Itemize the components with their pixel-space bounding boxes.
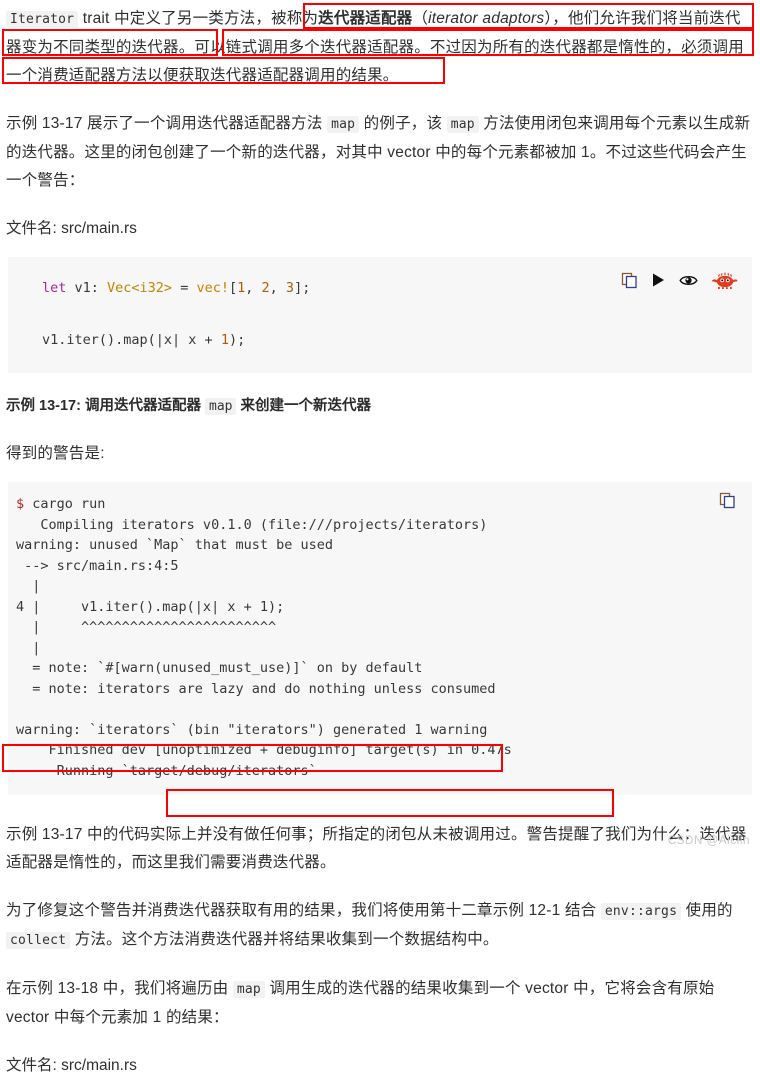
shell-prompt-symbol: $ xyxy=(16,496,25,512)
caption-text-b: 来创建一个新迭代器 xyxy=(236,398,372,414)
p5-text-a: 在示例 13-18 中，我们 xyxy=(6,980,166,997)
p5-marked-b: 调用生成的迭代器的结果收集到一个 vector 中， xyxy=(264,980,605,997)
paragraph-collect: 为了修复这个警告并消费迭代器获取有用的结果，我们将使用第十二章示例 12-1 结… xyxy=(6,897,754,955)
site-watermark: CSDN @Aiclin xyxy=(667,835,750,847)
filename-label-1: 文件名: src/main.rs xyxy=(6,220,137,237)
inline-code-iterator: Iterator xyxy=(6,11,79,28)
ferris-crab-icon[interactable] xyxy=(711,271,738,289)
inline-code-env-args: env::args xyxy=(600,903,682,920)
inline-code-map-3: map xyxy=(232,981,265,998)
p4-text-b: 使用的 xyxy=(681,902,733,919)
shell-command: cargo run xyxy=(24,496,106,512)
code-block-toolbar[interactable] xyxy=(621,271,738,289)
inline-code-collect: collect xyxy=(6,932,71,949)
paragraph-example-intro: 示例 13-17 展示了一个调用迭代器适配器方法 map 的例子，该 map 方… xyxy=(6,110,754,195)
inline-code-map-2: map xyxy=(446,116,479,133)
p2-text-a: 示例 13-17 展示了一个调用迭代器适配器方法 xyxy=(6,115,328,132)
terminal-toolbar[interactable] xyxy=(719,492,736,509)
figure-caption-1: 示例 13-17: 调用迭代器适配器 map 来创建一个新迭代器 xyxy=(6,393,754,420)
eye-icon[interactable] xyxy=(679,273,698,288)
inline-code-map-1: map xyxy=(327,116,360,133)
terminal-output-text: Compiling iterators v0.1.0 (file:///proj… xyxy=(16,516,512,779)
intro-italic-term: iterator adaptors xyxy=(428,10,545,27)
inline-code-map-caption: map xyxy=(205,398,237,415)
p4-text-c: 方法。这个方法消费迭代器并将结果收集到一个数据结构中。 xyxy=(70,931,499,948)
code-block-example: let v1: Vec<i32> = vec![1, 2, 3]; v1.ite… xyxy=(8,257,752,373)
copy-icon[interactable] xyxy=(719,492,736,513)
filename-label-2: 文件名: src/main.rs xyxy=(6,1057,137,1074)
p4-text-a: 为了修复这个警告并消费迭代器获取有用的结果，我们将使用第十二章示例 12-1 结… xyxy=(6,902,601,919)
terminal-command-line: $ cargo run xyxy=(16,494,736,515)
paragraph-warning-lead: 得到的警告是: xyxy=(6,445,105,462)
intro-highlight-term: 迭代器适配器 xyxy=(318,10,413,27)
paragraph-intro: Iterator trait 中定义了另一类方法，被称为迭代器适配器（itera… xyxy=(6,0,754,90)
terminal-output-block: $ cargo run Compiling iterators v0.1.0 (… xyxy=(8,482,752,795)
intro-text-2: （ xyxy=(412,10,429,27)
document-page: Iterator trait 中定义了另一类方法，被称为迭代器适配器（itera… xyxy=(0,0,760,1074)
intro-text-1: trait 中定义了另一类方法，被称为 xyxy=(78,10,319,27)
paragraph-example-13-18: 在示例 13-18 中，我们将遍历由 map 调用生成的迭代器的结果收集到一个 … xyxy=(6,975,754,1032)
p5-marked-a: 将遍历由 xyxy=(165,980,233,997)
copy-icon[interactable] xyxy=(621,272,638,289)
p2-text-b: 的例子，该 xyxy=(359,115,447,132)
caption-text-a: 示例 13-17: 调用迭代器适配器 xyxy=(6,398,205,414)
play-icon[interactable] xyxy=(651,272,666,288)
